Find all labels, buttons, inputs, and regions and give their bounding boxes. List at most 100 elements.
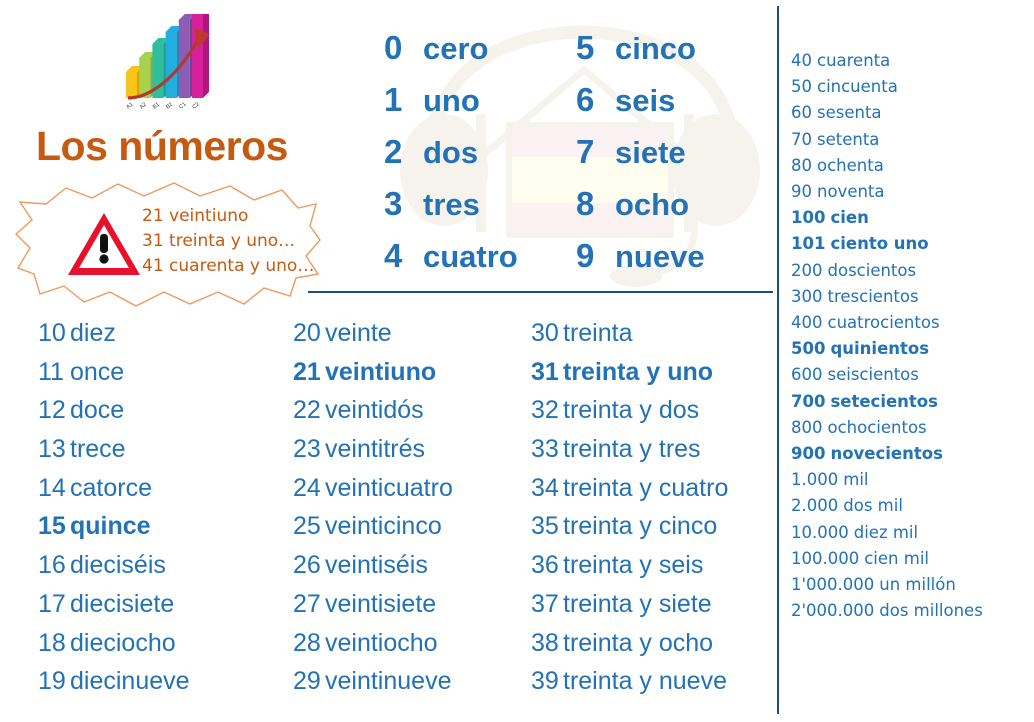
large-number-row: 40 cuarenta xyxy=(791,48,1031,74)
digit-numeral: 4 xyxy=(384,237,403,274)
number-numeral: 19 xyxy=(38,667,66,696)
digit-row: 7 siete xyxy=(576,126,771,178)
number-row: 16 dieciséis xyxy=(38,546,288,585)
number-word: veintisiete xyxy=(325,589,437,618)
number-word: catorce xyxy=(70,473,152,502)
digit-word: siete xyxy=(615,135,686,170)
large-number-word: setenta xyxy=(817,129,880,149)
large-number-word: dos millones xyxy=(879,601,983,621)
large-number-row: 700 setecientos xyxy=(791,389,1031,415)
large-number-word: seiscientos xyxy=(827,365,919,385)
number-row: 38 treinta y ocho xyxy=(531,624,776,663)
number-row: 13 trece xyxy=(38,430,288,469)
digit-word: cuatro xyxy=(423,239,518,274)
digit-row: 1 uno xyxy=(384,74,579,126)
large-number-row: 500 quinientos xyxy=(791,336,1031,362)
digit-word: uno xyxy=(423,83,480,118)
digit-row: 6 seis xyxy=(576,74,771,126)
number-word: once xyxy=(70,357,125,386)
number-numeral: 38 xyxy=(531,628,559,657)
digit-numeral: 6 xyxy=(576,81,595,118)
large-number-word: trescientos xyxy=(827,286,919,306)
number-row: 30 treinta xyxy=(531,314,776,353)
number-word: quince xyxy=(70,512,151,541)
large-number-word: cuarenta xyxy=(817,51,891,70)
bar-label: A2 xyxy=(139,102,148,111)
digit-row: 9 nueve xyxy=(576,230,771,282)
number-row: 21 veintiuno xyxy=(293,353,533,392)
bar-face xyxy=(126,72,137,98)
digit-numeral: 2 xyxy=(384,133,403,170)
number-word: diecisiete xyxy=(70,589,175,618)
number-word: trece xyxy=(70,435,126,464)
digit-word: seis xyxy=(615,83,676,118)
number-numeral: 13 xyxy=(38,435,66,464)
number-word: dieciocho xyxy=(70,628,176,657)
large-number-numeral: 900 xyxy=(791,444,826,464)
numbers-column-thirties: 30 treinta 31 treinta y uno 32 treinta y dos 3… xyxy=(531,314,776,701)
large-number-row: 800 ochocientos xyxy=(791,415,1031,441)
vertical-divider xyxy=(777,6,779,714)
large-number-numeral: 1.000 xyxy=(791,470,839,490)
digit-numeral: 1 xyxy=(384,81,403,118)
number-word: treinta y cinco xyxy=(563,512,718,541)
number-word: diecinueve xyxy=(70,667,190,696)
digit-row: 2 dos xyxy=(384,126,579,178)
number-word: treinta y nueve xyxy=(563,667,727,696)
number-row: 14 catorce xyxy=(38,469,288,508)
number-row: 36 treinta y seis xyxy=(531,546,776,585)
large-number-numeral: 700 xyxy=(791,391,826,411)
large-number-word: cuatrocientos xyxy=(827,313,940,333)
digits-0-9-block: 0 cero 1 uno 2 dos 3 tres 4 cuatro 5 cinco 6 seis 7 si… xyxy=(384,22,774,286)
number-word: veintidós xyxy=(325,396,424,425)
number-numeral: 14 xyxy=(38,473,66,502)
large-number-word: diez mil xyxy=(853,522,919,542)
number-numeral: 23 xyxy=(293,435,321,464)
large-number-row: 2.000 dos mil xyxy=(791,493,1031,519)
digit-row: 8 ocho xyxy=(576,178,771,230)
large-number-word: ochocientos xyxy=(827,417,927,437)
digit-numeral: 5 xyxy=(576,29,595,66)
horizontal-divider xyxy=(308,291,773,293)
digit-row: 3 tres xyxy=(384,178,579,230)
number-numeral: 33 xyxy=(531,435,559,464)
number-row: 25 veinticinco xyxy=(293,507,533,546)
large-number-numeral: 1'000.000 xyxy=(791,575,875,595)
number-numeral: 39 xyxy=(531,667,559,696)
number-row: 19 diecinueve xyxy=(38,662,288,701)
number-numeral: 35 xyxy=(531,512,559,541)
large-number-row: 10.000 diez mil xyxy=(791,520,1031,546)
number-word: veintitrés xyxy=(325,435,426,464)
callout-line: 41 cuarenta y uno… xyxy=(142,256,315,276)
number-row: 31 treinta y uno xyxy=(531,353,776,392)
number-word: treinta y dos xyxy=(563,396,700,425)
number-numeral: 22 xyxy=(293,396,321,425)
large-number-word: cincuenta xyxy=(817,77,898,97)
number-row: 17 diecisiete xyxy=(38,585,288,624)
number-row: 11 once xyxy=(38,353,288,392)
bar-face xyxy=(192,6,203,98)
digits-column-left: 0 cero 1 uno 2 dos 3 tres 4 cuatro xyxy=(384,22,579,282)
number-row: 35 treinta y cinco xyxy=(531,507,776,546)
callout-text-block: 21 veintiuno 31 treinta y uno… 41 cuaren… xyxy=(142,204,322,279)
number-row: 20 veinte xyxy=(293,314,533,353)
number-word: veinticuatro xyxy=(325,473,453,502)
large-number-row: 1'000.000 un millón xyxy=(791,572,1031,598)
large-number-row: 100.000 cien mil xyxy=(791,546,1031,572)
number-row: 32 treinta y dos xyxy=(531,391,776,430)
number-row: 27 veintisiete xyxy=(293,585,533,624)
number-numeral: 10 xyxy=(38,319,66,347)
number-word: diez xyxy=(70,319,116,347)
bar-label: A1 xyxy=(126,102,135,111)
number-numeral: 31 xyxy=(531,357,559,386)
bar-label: C1 xyxy=(178,102,187,111)
large-number-row: 60 sesenta xyxy=(791,100,1031,126)
number-numeral: 17 xyxy=(38,589,66,618)
large-number-numeral: 10.000 xyxy=(791,522,849,542)
large-number-row: 100 cien xyxy=(791,205,1031,231)
large-number-row: 1.000 mil xyxy=(791,467,1031,493)
callout-line: 31 treinta y uno… xyxy=(142,231,296,251)
large-number-numeral: 80 xyxy=(791,155,812,175)
digit-word: nueve xyxy=(615,239,705,274)
large-number-numeral: 90 xyxy=(791,182,812,202)
